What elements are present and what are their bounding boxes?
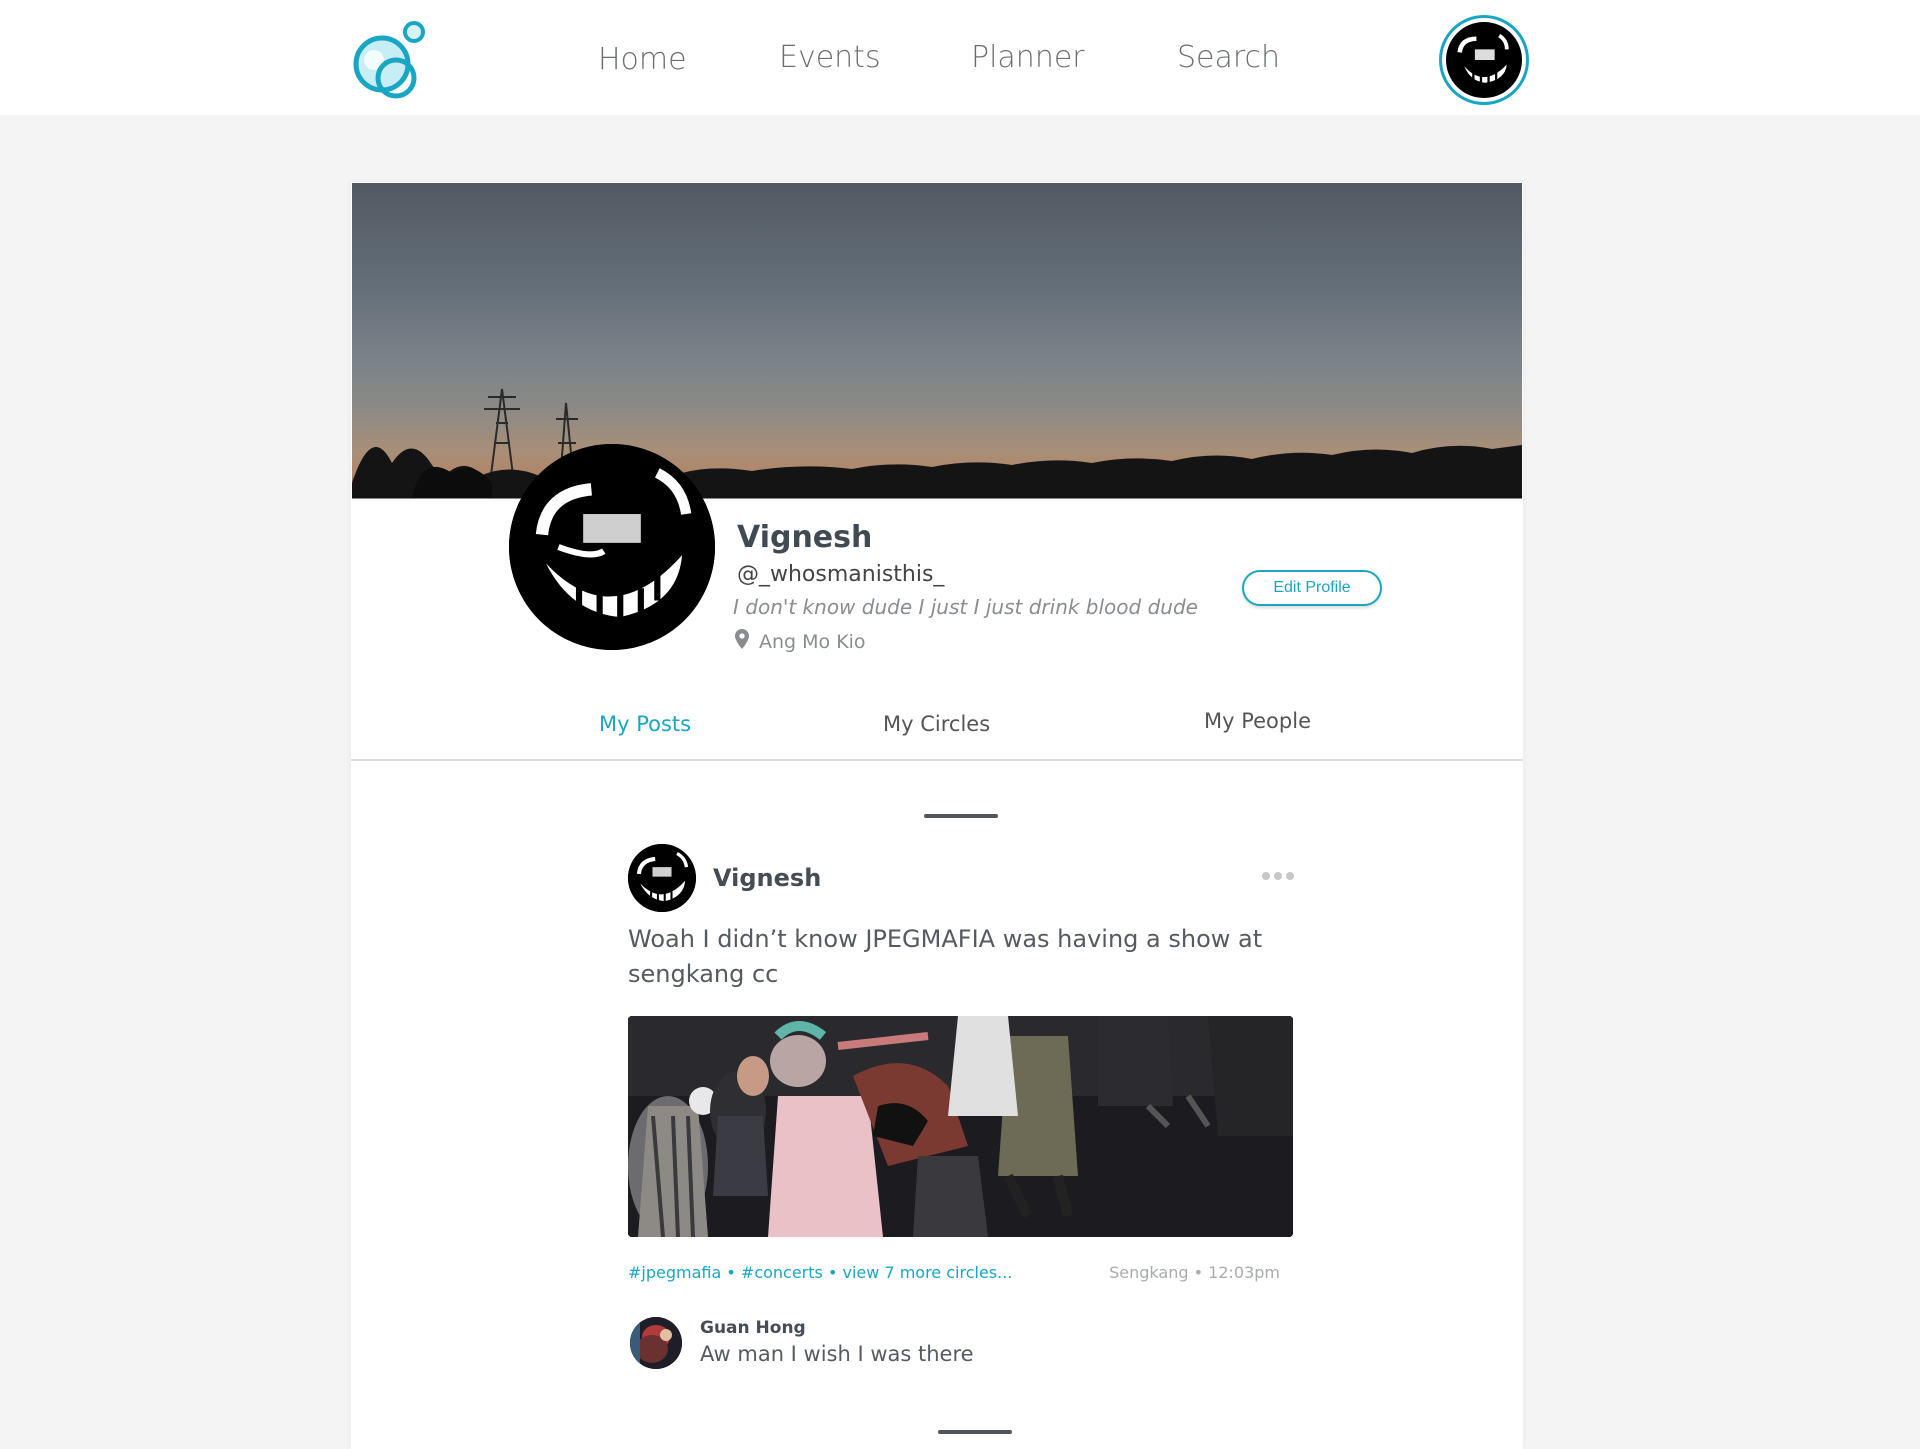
- profile-location-text: Ang Mo Kio: [759, 630, 866, 653]
- nav-events[interactable]: Events: [779, 40, 881, 75]
- tab-divider: [351, 759, 1523, 761]
- edit-profile-button[interactable]: Edit Profile: [1242, 570, 1382, 606]
- comment-text: Aw man I wish I was there: [700, 1342, 974, 1366]
- post-text: Woah I didn’t know JPEGMAFIA was having …: [628, 925, 1263, 988]
- profile-bio: I don't know dude I just I just drink bl…: [733, 595, 1198, 619]
- profile-handle: @_whosmanisthis_: [737, 562, 945, 587]
- separator: •: [1193, 1263, 1209, 1282]
- nav-planner[interactable]: Planner: [971, 40, 1085, 75]
- post-author-name[interactable]: Vignesh: [713, 864, 821, 892]
- top-navigation-bar: Home Events Planner Search: [0, 0, 1920, 115]
- nav-home[interactable]: Home: [598, 42, 687, 77]
- post-circles: #jpegmafia • #concerts • view 7 more cir…: [628, 1263, 1012, 1282]
- map-pin-icon: [735, 629, 749, 654]
- tab-my-circles[interactable]: My Circles: [883, 712, 990, 736]
- avatar: [1446, 22, 1522, 98]
- profile-location: Ang Mo Kio: [735, 629, 866, 654]
- tab-my-posts[interactable]: My Posts: [599, 712, 691, 736]
- nav-search[interactable]: Search: [1177, 40, 1280, 75]
- more-dots-icon[interactable]: [1262, 872, 1294, 880]
- comment-author-name[interactable]: Guan Hong: [700, 1318, 806, 1338]
- profile-avatar[interactable]: [509, 444, 715, 650]
- post-time: 12:03pm: [1208, 1263, 1280, 1282]
- tab-my-people[interactable]: My People: [1204, 709, 1311, 733]
- drag-handle[interactable]: [938, 1430, 1012, 1434]
- drag-handle[interactable]: [924, 814, 998, 818]
- post-image[interactable]: [628, 1016, 1293, 1237]
- post-meta: Sengkang • 12:03pm: [1109, 1263, 1280, 1282]
- tag-link[interactable]: #concerts: [741, 1263, 823, 1282]
- comment-author-avatar[interactable]: [630, 1317, 682, 1369]
- tag-link[interactable]: #jpegmafia: [628, 1263, 721, 1282]
- profile-name: Vignesh: [737, 520, 873, 555]
- bubbles-logo-icon[interactable]: [346, 18, 434, 102]
- post-author-avatar[interactable]: [628, 844, 696, 912]
- profile-card: Vignesh @_whosmanisthis_ I don't know du…: [351, 182, 1523, 1449]
- separator: •: [827, 1263, 843, 1282]
- cover-photo: [352, 183, 1522, 499]
- view-more-circles-link[interactable]: view 7 more circles...: [843, 1263, 1013, 1282]
- post-location: Sengkang: [1109, 1263, 1189, 1282]
- user-avatar-button[interactable]: [1439, 15, 1529, 105]
- separator: •: [726, 1263, 741, 1282]
